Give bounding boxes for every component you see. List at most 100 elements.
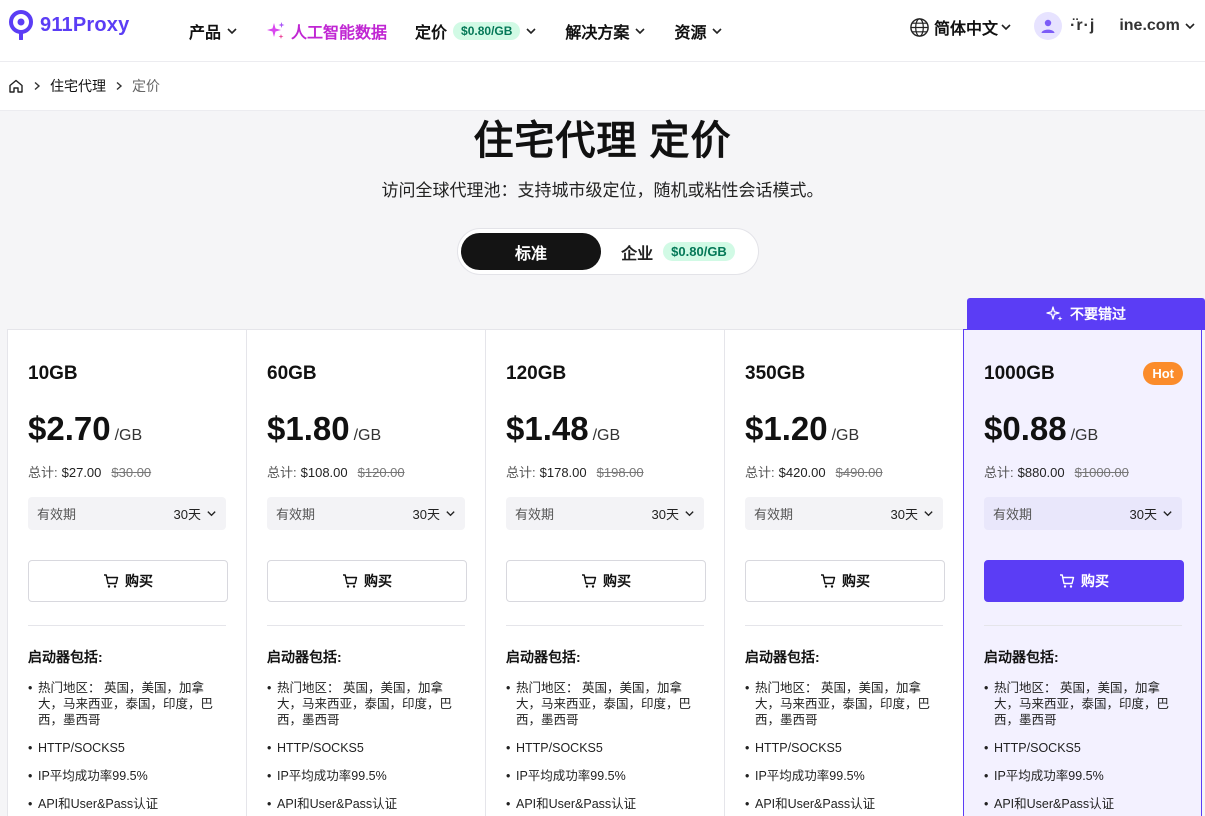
validity-value-text: 30天 [651,507,679,522]
main-nav: 产品 人工智能数据 定价 $0.80/GB 解决方案 资源 [189,0,751,62]
plan-card: 120GB $1.48 /GB 总计: $178.00 $198.00 有效期 30… [485,329,725,816]
includes-title: 启动器包括: [28,649,103,665]
plan-price-unit: /GB [1070,427,1099,444]
feature-item: HTTP/SOCKS5 [267,740,467,756]
feature-item: API和User&Pass认证 [28,796,228,812]
feature-item: HTTP/SOCKS5 [745,740,945,756]
divider [28,625,226,626]
feature-list: 热门地区： 英国，美国，加拿大，马来西亚，泰国，印度，巴西，墨西哥 HTTP/S… [984,680,1184,816]
includes-title: 启动器包括: [745,649,820,665]
feature-item: 热门地区： 英国，美国，加拿大，马来西亚，泰国，印度，巴西，墨西哥 [984,680,1184,728]
plan-price-row: $2.70 /GB [28,410,142,448]
chevron-down-icon [446,511,455,517]
logo[interactable]: 911Proxy [8,10,129,40]
cart-icon [821,574,836,588]
divider [745,625,943,626]
chevron-down-icon [1185,23,1195,30]
feature-item: API和User&Pass认证 [984,796,1184,812]
plan-size: 10GB [28,363,78,384]
breadcrumb: 住宅代理 定价 [0,62,1205,111]
validity-select[interactable]: 有效期 30天 [28,497,226,530]
buy-label: 购买 [125,573,153,589]
nav-pricing[interactable]: 定价 $0.80/GB [415,19,537,43]
buy-button[interactable]: 购买 [28,560,228,602]
language-selector[interactable]: 简体中文 [909,15,1012,39]
chevron-down-icon [1001,24,1011,31]
validity-value-text: 30天 [412,507,440,522]
plan-price-unit: /GB [114,427,143,444]
user-name: ·̈r·j [1070,17,1096,34]
chevron-down-icon [635,28,646,35]
nav-ai-data[interactable]: 人工智能数据 [266,19,387,43]
cart-icon [1060,574,1075,588]
pricing-badge: $0.80/GB [453,22,521,40]
feature-item: 热门地区： 英国，美国，加拿大，马来西亚，泰国，印度，巴西，墨西哥 [506,680,706,728]
home-icon[interactable] [8,78,24,94]
nav-solutions[interactable]: 解决方案 [565,19,646,43]
feature-item: 热门地区： 英国，美国，加拿大，马来西亚，泰国，印度，巴西，墨西哥 [745,680,945,728]
plan-price: $1.20 [745,410,828,447]
feature-item: HTTP/SOCKS5 [28,740,228,756]
user-email: ine.com [1119,17,1180,34]
feature-item: HTTP/SOCKS5 [506,740,706,756]
original-price: $30.00 [111,465,152,480]
validity-label: 有效期 [515,507,555,522]
nav-resources-label: 资源 [674,25,707,42]
validity-label: 有效期 [37,507,77,522]
buy-button[interactable]: 购买 [984,560,1184,602]
plan-total: 总计: $27.00 $30.00 [28,462,151,481]
divider [984,625,1182,626]
feature-item: IP平均成功率99.5% [28,768,228,784]
chevron-right-icon [34,81,41,91]
total-label: 总计: [506,465,536,480]
cart-icon [104,574,119,588]
nav-products[interactable]: 产品 [189,19,238,43]
plan-card: 60GB $1.80 /GB 总计: $108.00 $120.00 有效期 30天… [246,329,486,816]
validity-select[interactable]: 有效期 30天 [984,497,1182,530]
buy-button[interactable]: 购买 [745,560,945,602]
feature-item: IP平均成功率99.5% [745,768,945,784]
validity-select[interactable]: 有效期 30天 [506,497,704,530]
plan-price-row: $1.20 /GB [745,410,859,448]
includes-title: 启动器包括: [984,649,1059,665]
plan-price: $1.80 [267,410,350,447]
plan-price-unit: /GB [831,427,860,444]
buy-button[interactable]: 购买 [506,560,706,602]
total-value: $420.00 [778,465,826,480]
plan-size: 60GB [267,363,317,384]
validity-value: 30天 [174,504,217,523]
total-label: 总计: [745,465,775,480]
validity-select[interactable]: 有效期 30天 [745,497,943,530]
feature-item: IP平均成功率99.5% [267,768,467,784]
user-menu[interactable]: ·̈r·j ine.com [1034,12,1196,40]
validity-value: 30天 [891,504,934,523]
cart-icon [582,574,597,588]
plan-card: 350GB $1.20 /GB 总计: $420.00 $490.00 有效期 30… [724,329,964,816]
plan-card: 10GB $2.70 /GB 总计: $27.00 $30.00 有效期 30天 购… [7,329,247,816]
feature-item: 热门地区： 英国，美国，加拿大，马来西亚，泰国，印度，巴西，墨西哥 [28,680,228,728]
tab-standard[interactable]: 标准 [461,233,601,270]
breadcrumb-residential[interactable]: 住宅代理 [50,76,106,96]
original-price: $1000.00 [1074,465,1129,480]
hot-badge: Hot [1143,362,1183,385]
buy-label: 购买 [842,573,870,589]
plan-total: 总计: $880.00 $1000.00 [984,462,1129,481]
plan-total: 总计: $108.00 $120.00 [267,462,405,481]
feature-item: IP平均成功率99.5% [984,768,1184,784]
language-label: 简体中文 [934,21,999,38]
tab-enterprise[interactable]: 企业 $0.80/GB [601,240,755,264]
plan-total: 总计: $420.00 $490.00 [745,462,883,481]
feature-item: IP平均成功率99.5% [506,768,706,784]
validity-label: 有效期 [276,507,316,522]
total-value: $178.00 [539,465,587,480]
nav-resources[interactable]: 资源 [674,19,723,43]
validity-select[interactable]: 有效期 30天 [267,497,465,530]
globe-icon [910,17,929,37]
plan-size: 1000GB [984,363,1055,384]
feature-item: API和User&Pass认证 [745,796,945,812]
includes-title: 启动器包括: [506,649,581,665]
buy-button[interactable]: 购买 [267,560,467,602]
nav-solutions-label: 解决方案 [565,25,630,42]
sparkle-icon [267,22,285,39]
featured-ribbon-label: 不要错过 [1070,306,1126,322]
